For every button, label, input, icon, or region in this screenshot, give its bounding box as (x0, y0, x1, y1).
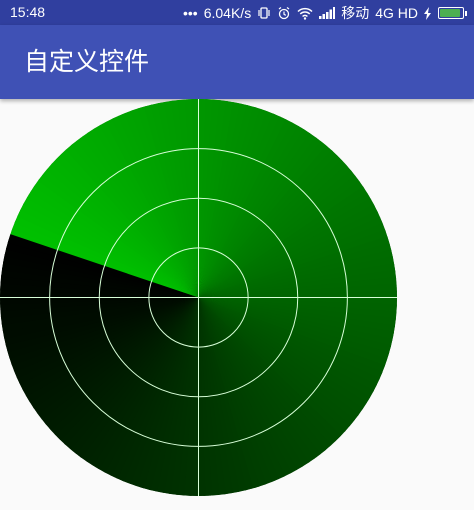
battery-icon (438, 7, 467, 19)
network-type-label: 4G HD (375, 5, 418, 21)
network-speed: 6.04K/s (203, 5, 252, 21)
vibrate-icon (257, 6, 271, 20)
status-bar: 15:48 ••• 6.04K/s 移动 4G HD (0, 0, 474, 25)
carrier-label: 移动 (341, 5, 370, 21)
radar-view (0, 99, 397, 496)
status-icons: ••• 6.04K/s 移动 4G HD (183, 3, 467, 23)
status-time: 15:48 (10, 4, 46, 20)
signal-icon (319, 7, 336, 19)
app-bar: 自定义控件 (0, 25, 474, 99)
charging-icon (424, 6, 432, 20)
more-dots-icon: ••• (183, 5, 198, 21)
wifi-icon (297, 7, 313, 20)
alarm-icon (277, 6, 291, 20)
page-title: 自定义控件 (24, 48, 150, 76)
battery-level-fill (440, 9, 460, 17)
